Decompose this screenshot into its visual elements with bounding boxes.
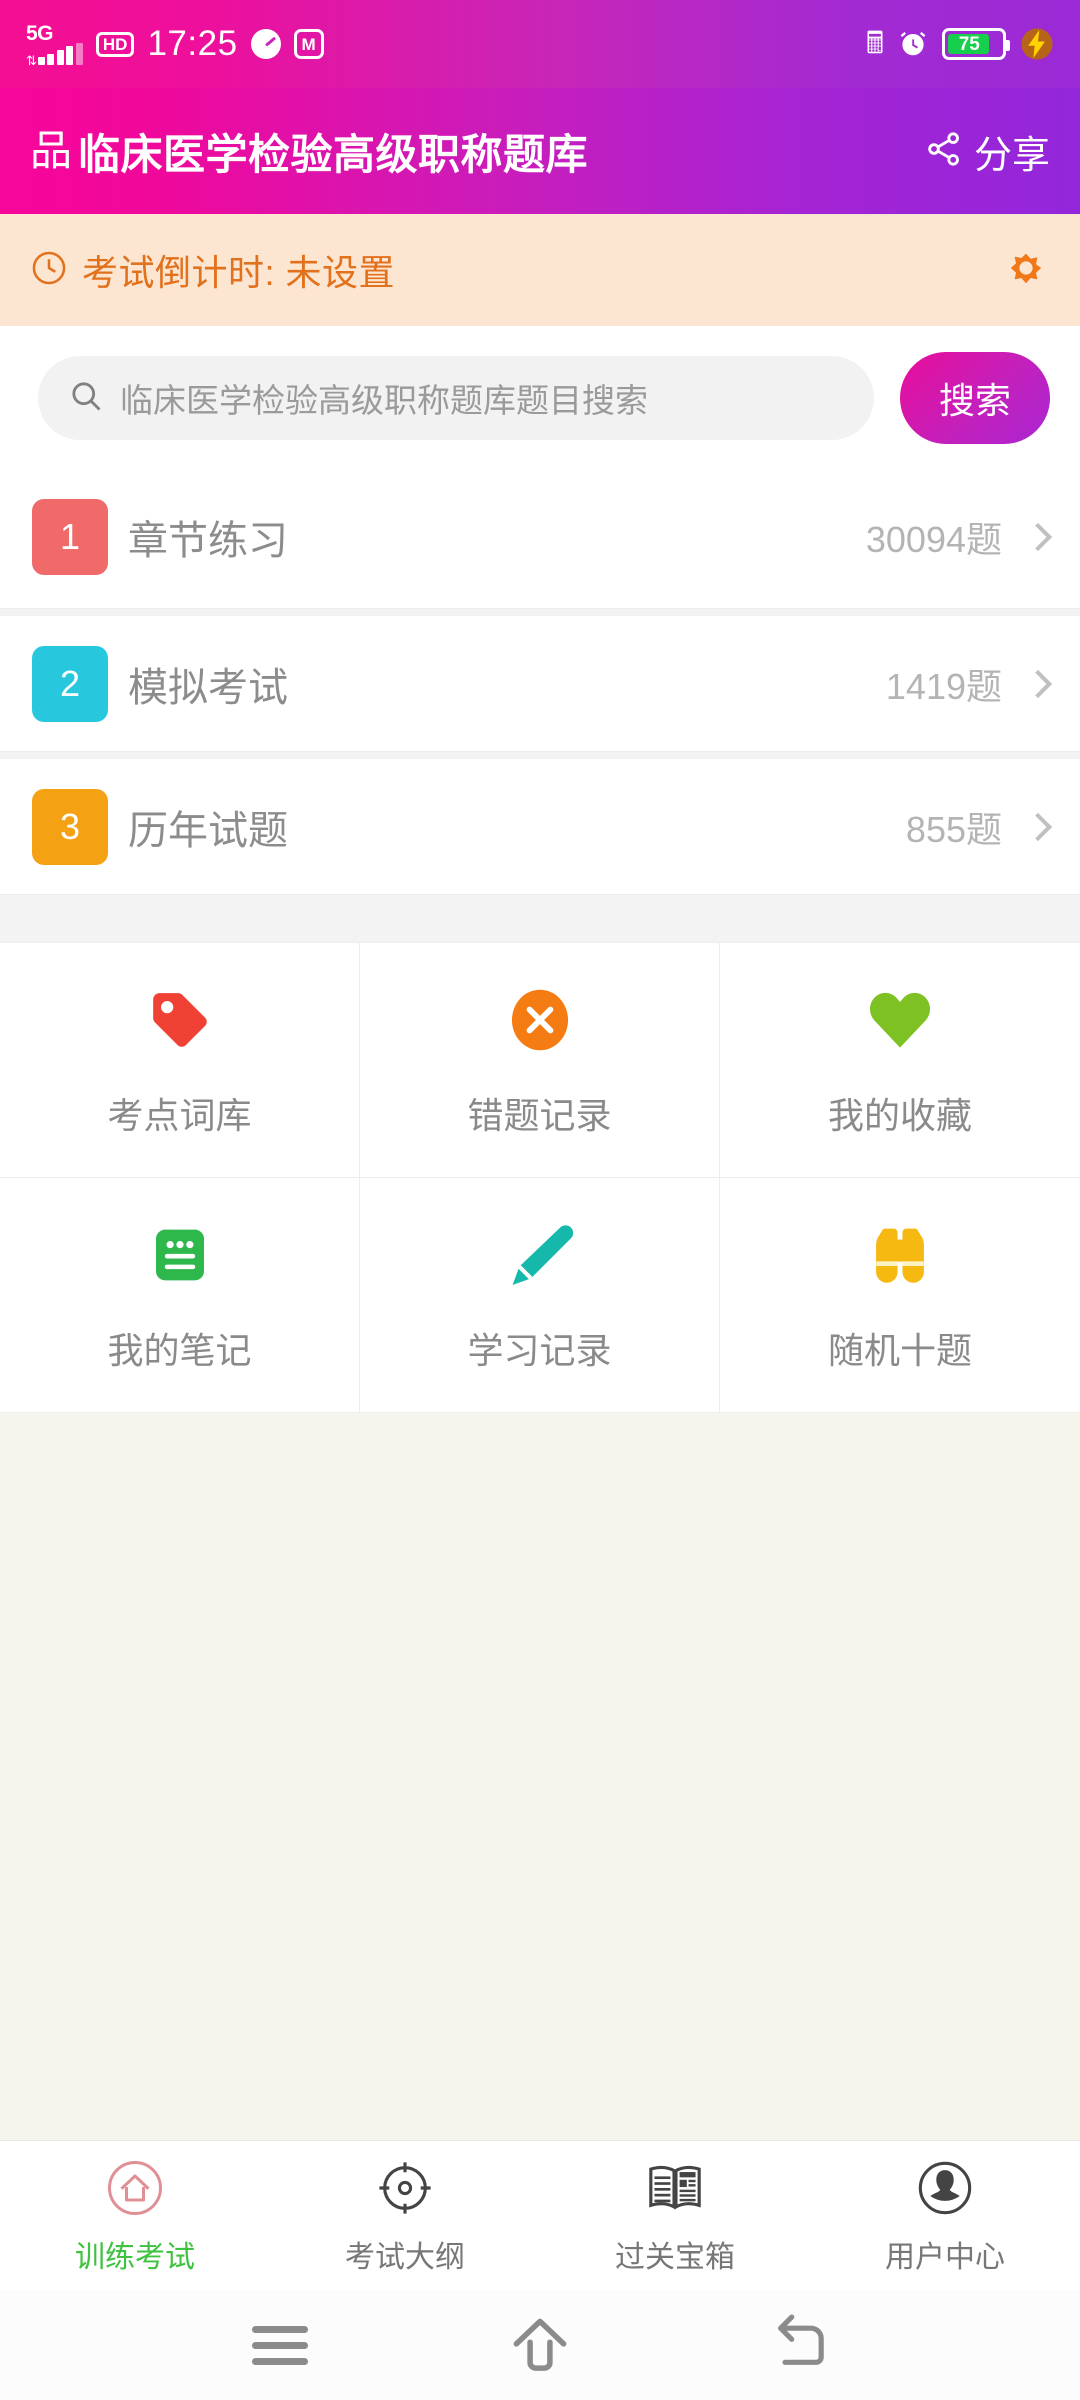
menu-icon[interactable] xyxy=(245,2310,315,2380)
bluetooth-icon: 🖩 xyxy=(866,27,884,60)
alarm-clock-icon xyxy=(898,29,928,59)
search-icon xyxy=(68,378,104,419)
grid-glyph-icon: 品 xyxy=(30,127,73,174)
status-bar-right: 🖩 75 xyxy=(866,27,1054,61)
tab-label: 考试大纲 xyxy=(345,2240,465,2274)
page-title: 品 临床医学检验高级职称题库 xyxy=(30,121,588,182)
grid-item-random-ten[interactable]: 随机十题 xyxy=(720,1178,1080,1413)
search-placeholder: 临床医学检验高级职称题库题目搜索 xyxy=(120,382,648,419)
battery-percent-label: 75 xyxy=(948,34,989,54)
cellular-5g-icon: 5G ⇅ xyxy=(26,22,83,68)
search-button[interactable]: 搜索 xyxy=(900,352,1050,444)
binoculars-icon xyxy=(867,1216,933,1294)
newspaper-icon xyxy=(646,2156,704,2220)
tab-label: 训练考试 xyxy=(75,2240,195,2274)
countdown-left: 考试倒计时: 未设置 xyxy=(30,244,395,296)
signal-bars-icon xyxy=(37,43,83,65)
grid-item-label: 学习记录 xyxy=(467,1330,612,1371)
status-bar-left: 5G ⇅ HD 17:25 M xyxy=(26,22,324,68)
data-transfer-icon: ⇅ xyxy=(26,53,37,68)
grid-item-label: 随机十题 xyxy=(827,1330,972,1371)
grid-item-wrong-answers[interactable]: 错题记录 xyxy=(360,943,720,1178)
app-header: 品 临床医学检验高级职称题库 分享 xyxy=(0,88,1080,214)
heart-icon xyxy=(864,981,936,1059)
tab-label: 过关宝箱 xyxy=(615,2240,735,2274)
tab-exam-syllabus[interactable]: 考试大纲 xyxy=(270,2156,540,2276)
section-divider xyxy=(0,895,1080,942)
target-crosshair-icon xyxy=(376,2156,434,2220)
note-document-icon xyxy=(148,1216,212,1294)
bottom-tab-bar: 训练考试 考试大纲 过关宝箱 用户中心 xyxy=(0,2140,1080,2290)
grid-item-label: 我的收藏 xyxy=(827,1095,972,1136)
item-count: 1419题 xyxy=(885,665,1002,707)
category-list: 1 章节练习 30094题 2 模拟考试 1419题 3 历年试题 855题 xyxy=(0,466,1080,895)
share-button[interactable]: 分享 xyxy=(924,124,1050,179)
exam-countdown-bar[interactable]: 考试倒计时: 未设置 xyxy=(0,214,1080,326)
grid-item-keypoint-glossary[interactable]: 考点词库 xyxy=(0,943,360,1178)
list-item-past-exams[interactable]: 3 历年试题 855题 xyxy=(0,752,1080,895)
item-count: 855题 xyxy=(905,808,1002,850)
home-circle-icon xyxy=(105,2156,165,2220)
tab-user-center[interactable]: 用户中心 xyxy=(810,2156,1080,2276)
chevron-right-icon xyxy=(1023,669,1053,698)
chevron-right-icon xyxy=(1023,812,1053,841)
network-type-label: 5G xyxy=(26,22,54,45)
share-label: 分享 xyxy=(973,134,1050,177)
tab-label: 用户中心 xyxy=(885,2240,1005,2274)
grid-item-label: 错题记录 xyxy=(467,1095,612,1136)
android-navigation-bar xyxy=(0,2290,1080,2400)
status-bar: 5G ⇅ HD 17:25 M 🖩 75 xyxy=(0,0,1080,88)
user-circle-icon xyxy=(916,2156,974,2220)
home-icon[interactable] xyxy=(505,2310,575,2380)
back-icon[interactable] xyxy=(765,2310,835,2380)
item-number-badge: 1 xyxy=(32,499,108,575)
feature-grid: 考点词库 错题记录 我的收藏 我的笔记 学习记录 随机十题 xyxy=(0,942,1080,1413)
app-title-text: 临床医学检验高级职称题库 xyxy=(78,130,589,178)
item-label: 历年试题 xyxy=(128,808,288,853)
speedometer-icon xyxy=(250,29,281,59)
phone-screen: 5G ⇅ HD 17:25 M 🖩 75 品 临床医学检验高级职称题库 分享 考… xyxy=(0,0,1080,2400)
grid-item-study-record[interactable]: 学习记录 xyxy=(360,1178,720,1413)
empty-content-area xyxy=(0,1413,1080,2140)
countdown-text: 考试倒计时: 未设置 xyxy=(82,252,396,293)
list-item-chapter-practice[interactable]: 1 章节练习 30094题 xyxy=(0,466,1080,609)
tab-training-exam[interactable]: 训练考试 xyxy=(0,2156,270,2276)
price-tag-icon xyxy=(145,981,215,1059)
clock-icon xyxy=(30,249,68,292)
item-number-badge: 2 xyxy=(32,645,108,722)
item-number-badge: 3 xyxy=(32,788,108,865)
battery-icon: 75 xyxy=(942,28,1010,60)
gear-icon[interactable] xyxy=(1002,244,1050,297)
lightning-bolt-icon xyxy=(1020,27,1054,61)
hd-voice-icon: HD xyxy=(95,31,135,57)
error-circle-x-icon xyxy=(507,981,573,1059)
status-time: 17:25 xyxy=(147,24,238,63)
m-app-icon: M xyxy=(293,29,324,59)
search-input-wrapper[interactable]: 临床医学检验高级职称题库题目搜索 xyxy=(38,356,874,440)
item-label: 模拟考试 xyxy=(128,665,288,710)
share-icon xyxy=(924,129,964,174)
tab-pass-treasure-box[interactable]: 过关宝箱 xyxy=(540,2156,810,2276)
chevron-right-icon xyxy=(1023,522,1053,552)
grid-item-my-favorites[interactable]: 我的收藏 xyxy=(720,943,1080,1178)
grid-item-label: 考点词库 xyxy=(107,1095,252,1136)
grid-item-label: 我的笔记 xyxy=(107,1330,252,1371)
list-item-mock-exam[interactable]: 2 模拟考试 1419题 xyxy=(0,609,1080,752)
search-section: 临床医学检验高级职称题库题目搜索 搜索 xyxy=(0,326,1080,466)
item-label: 章节练习 xyxy=(128,519,288,563)
item-count: 30094题 xyxy=(865,519,1002,560)
pencil-icon xyxy=(505,1216,575,1294)
grid-item-my-notes[interactable]: 我的笔记 xyxy=(0,1178,360,1413)
